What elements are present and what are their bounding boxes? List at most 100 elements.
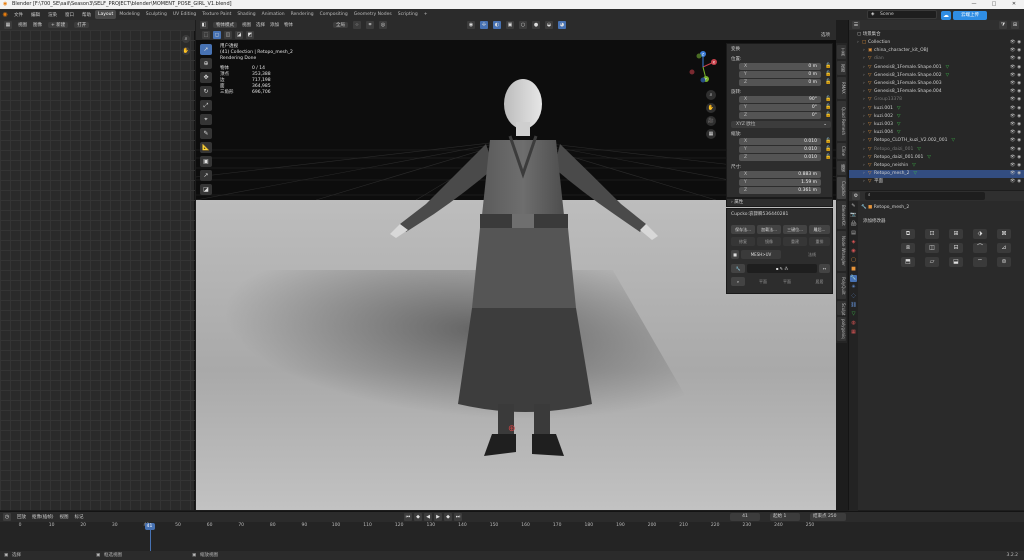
cloud-upload-button[interactable]: 云端上传 <box>953 11 987 20</box>
modifier-icon[interactable]: ⬓ <box>949 257 963 267</box>
lock-icon[interactable]: 🔓 <box>825 104 831 110</box>
lock-icon[interactable]: 🔓 <box>825 63 831 69</box>
material-tab-icon[interactable]: ◍ <box>850 320 857 327</box>
open-image-button[interactable]: 打开 <box>74 22 90 28</box>
eye-icon[interactable]: 👁 ◉ <box>1010 88 1021 96</box>
option-plane-1[interactable]: 平面 <box>753 277 773 286</box>
sidebar-tab-edit[interactable]: 编辑 <box>837 161 846 175</box>
gizmo-toggle-icon[interactable]: ✢ <box>480 21 488 29</box>
constraints-tab-icon[interactable]: ⛓ <box>850 302 857 309</box>
eye-icon[interactable]: 👁 ◉ <box>1010 170 1021 178</box>
play-reverse-icon[interactable]: ◀ <box>424 513 432 521</box>
editor-type-icon[interactable]: ◧ <box>200 21 208 29</box>
xray-icon[interactable]: ▣ <box>506 21 514 29</box>
modifier-icon[interactable]: ⌔ <box>973 257 987 267</box>
eye-icon[interactable]: 👁 ◉ <box>1010 55 1021 63</box>
tab-animation[interactable]: Animation <box>259 10 288 19</box>
modifier-icon[interactable]: ⬗ <box>973 229 987 239</box>
wrench-icon[interactable]: 🔧 <box>731 264 745 273</box>
lock-icon[interactable]: 🔓 <box>825 112 831 118</box>
editor-type-icon[interactable]: ☰ <box>852 21 860 29</box>
sculpt-button[interactable]: 雕后... <box>809 225 830 234</box>
add-cube-tool-icon[interactable]: ▣ <box>200 156 212 167</box>
sidebar-tab-polyquilt[interactable]: PolyQuilt <box>837 273 846 299</box>
jump-end-icon[interactable]: ⏭ <box>454 513 462 521</box>
shading-solid-icon[interactable]: ● <box>532 21 540 29</box>
tab-sculpting[interactable]: Sculpting <box>143 10 170 19</box>
dimensions-y-field[interactable]: Y 1.59 m <box>739 179 821 186</box>
select-box-icon[interactable]: ⬚ <box>202 31 210 39</box>
eye-icon[interactable]: 👁 ◉ <box>1010 146 1021 154</box>
new-collection-icon[interactable]: ⊞ <box>1011 21 1019 29</box>
scene-selector[interactable]: ◈ Scene <box>867 10 937 19</box>
tab-texture-paint[interactable]: Texture Paint <box>199 10 234 19</box>
tool-tab-icon[interactable]: ✎ <box>850 203 857 210</box>
play-icon[interactable]: ▶ <box>434 513 442 521</box>
properties-section-header[interactable]: › 属性 <box>726 198 833 207</box>
world-tab-icon[interactable]: ◉ <box>850 248 857 255</box>
image-editor-menu-image[interactable]: 图像 <box>33 22 42 28</box>
overlay-toggle-icon[interactable]: ◐ <box>493 21 501 29</box>
location-z-field[interactable]: Z 0 m <box>739 79 821 86</box>
sidebar-tab-cline[interactable]: Cline <box>837 143 846 159</box>
dimensions-z-field[interactable]: Z 0.361 m <box>739 187 821 194</box>
location-y-field[interactable]: Y 0 m <box>739 71 821 78</box>
sidebar-tab-cupcko[interactable]: Cupcko <box>837 177 846 199</box>
properties-search[interactable]: ⌕ <box>865 192 985 200</box>
sidebar-tab-tool[interactable]: 工具 <box>837 45 846 59</box>
jump-start-icon[interactable]: ⏮ <box>404 513 412 521</box>
dimensions-x-field[interactable]: X 0.883 m <box>739 171 821 178</box>
sidebar-tab-sculpt[interactable]: Sculpt <box>837 301 846 316</box>
viewport-menu-select[interactable]: 选择 <box>256 22 265 28</box>
eye-icon[interactable]: 👁 ◉ <box>1010 178 1021 186</box>
zoom-icon[interactable]: ⌕ <box>706 90 716 100</box>
modifier-icon[interactable]: ⊿ <box>997 243 1011 253</box>
outliner-scene-collection[interactable]: ▢ 场景集合 <box>857 31 881 37</box>
shading-wireframe-icon[interactable]: ○ <box>519 21 527 29</box>
eye-icon[interactable]: 👁 ◉ <box>1010 137 1021 145</box>
playhead-line[interactable] <box>149 530 151 552</box>
tab-shading[interactable]: Shading <box>234 10 258 19</box>
eye-icon[interactable]: 👁 ◉ <box>1010 96 1021 104</box>
3d-cursor-icon[interactable]: ⊕ <box>508 424 516 434</box>
output-tab-icon[interactable]: 🖨 <box>850 221 857 228</box>
outliner-row[interactable]: › ▽ kuzi.004 ▽ 👁 ◉ <box>849 129 1024 137</box>
end-frame-field[interactable]: 结束点 250 <box>810 513 846 521</box>
prev-key-icon[interactable]: ◆ <box>414 513 422 521</box>
rebuild-button[interactable]: 重建 <box>783 237 807 246</box>
mesh-to-uv-button[interactable]: MESH>UV <box>741 250 781 259</box>
minimize-button[interactable]: — <box>964 0 984 9</box>
menu-edit[interactable]: 编辑 <box>27 12 44 18</box>
cursor-tool-icon[interactable]: ⊕ <box>200 58 212 69</box>
outliner-row[interactable]: › ▽ Retopo_daizi_001.001 ▽ 👁 ◉ <box>849 154 1024 162</box>
transform-orientation-select[interactable]: 全局 <box>333 22 348 28</box>
start-frame-field[interactable]: 起始 1 <box>770 513 800 521</box>
image-editor[interactable]: ▦ 视图 图像 + 新建 打开 ⌕ ✋ <box>0 20 195 510</box>
scale-x-field[interactable]: X 0.010 <box>739 138 821 145</box>
option-center[interactable]: 居居 <box>809 277 830 286</box>
eye-icon[interactable]: 👁 ◉ <box>1010 105 1021 113</box>
rotation-z-field[interactable]: Z 0° <box>739 112 821 119</box>
scale-z-field[interactable]: Z 0.010 <box>739 154 821 161</box>
timeline-ruler[interactable]: 0102030405060708090100110120130140150160… <box>19 523 820 531</box>
outliner-row[interactable]: › ▽ Group13378 👁 ◉ <box>849 96 1024 104</box>
outliner-row[interactable]: › ▽ Genesis8_1Female.Shape.003 👁 ◉ <box>849 80 1024 88</box>
navigation-gizmo[interactable]: X Y Z <box>686 50 720 84</box>
location-x-field[interactable]: X 0 m <box>739 63 821 70</box>
sidebar-tab-view[interactable]: 视图 <box>837 61 846 75</box>
editor-type-icon[interactable]: ⚙ <box>852 192 860 200</box>
camera-view-icon[interactable]: 🎥 <box>706 116 716 126</box>
zoom-icon[interactable]: ⌕ <box>182 35 190 43</box>
outliner-row[interactable]: › ▽ Genesis8_1Female.Shape.001 ▽ 👁 ◉ <box>849 64 1024 72</box>
modifier-icon[interactable]: ⌒ <box>973 243 987 253</box>
cloud-icon[interactable]: ☁ <box>941 11 951 20</box>
timeline-menu-keying[interactable]: 抠像(插帧) <box>32 514 54 520</box>
outliner-row[interactable]: › ▽ dian 👁 ◉ <box>849 55 1024 63</box>
tab-scripting[interactable]: Scripting <box>395 10 421 19</box>
transform-tool-icon[interactable]: ⌖ <box>200 114 212 125</box>
modifier-icon[interactable]: ◫ <box>925 243 939 253</box>
select-mode-subtract-icon[interactable]: ◪ <box>235 31 243 39</box>
checkbox-icon[interactable]: ■ <box>731 250 739 259</box>
tab-modeling[interactable]: Modeling <box>116 10 142 19</box>
modifier-icon[interactable]: ⏥ <box>925 257 939 267</box>
